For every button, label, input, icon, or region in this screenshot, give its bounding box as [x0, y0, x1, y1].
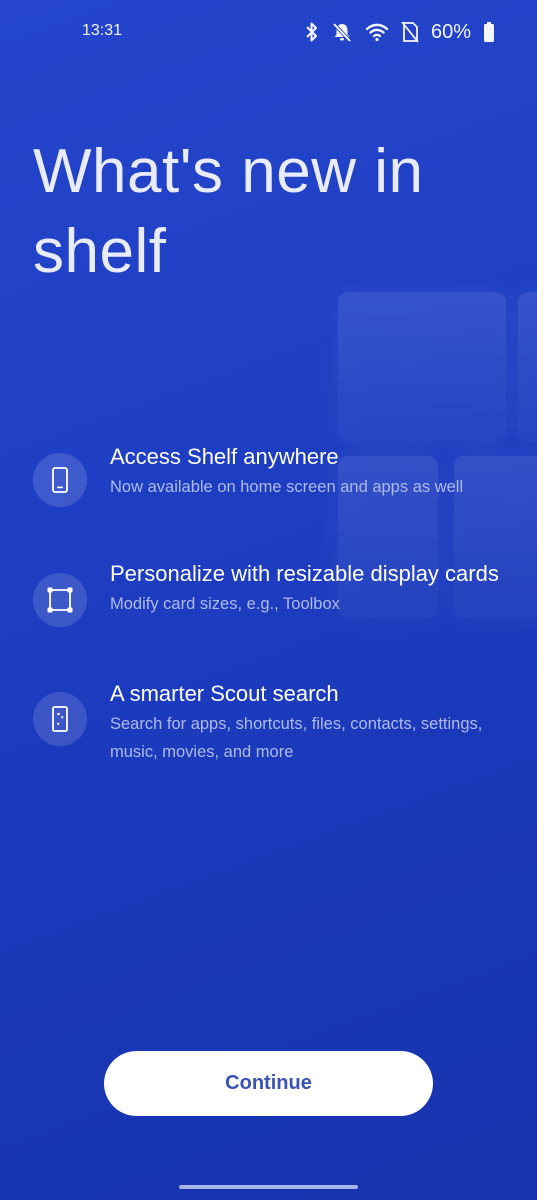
background-pane [338, 292, 506, 442]
status-bar: 13:31 60% [0, 0, 537, 64]
page-title: What's new in shelf [33, 137, 424, 286]
continue-button[interactable]: Continue [104, 1051, 433, 1116]
bluetooth-icon [305, 21, 319, 43]
feature-description: Now available on home screen and apps as… [110, 478, 464, 496]
feature-heading: Personalize with resizable display cards [110, 561, 499, 586]
phone-icon [33, 453, 87, 507]
scout-search-icon [33, 692, 87, 746]
feature-description: Modify card sizes, e.g., Toolbox [110, 595, 340, 613]
battery-icon [483, 21, 495, 43]
feature-description: Search for apps, shortcuts, files, conta… [110, 715, 483, 761]
notifications-off-icon [331, 21, 353, 43]
feature-heading: Access Shelf anywhere [110, 444, 339, 469]
no-sim-icon [401, 21, 419, 43]
home-indicator[interactable] [179, 1185, 358, 1189]
status-icons: 60% [305, 18, 495, 46]
battery-percentage: 60% [430, 20, 471, 43]
background-pane [518, 292, 537, 442]
status-time: 13:31 [82, 22, 123, 39]
resize-card-icon [33, 573, 87, 627]
feature-heading: A smarter Scout search [110, 681, 339, 706]
wifi-icon [365, 22, 389, 42]
